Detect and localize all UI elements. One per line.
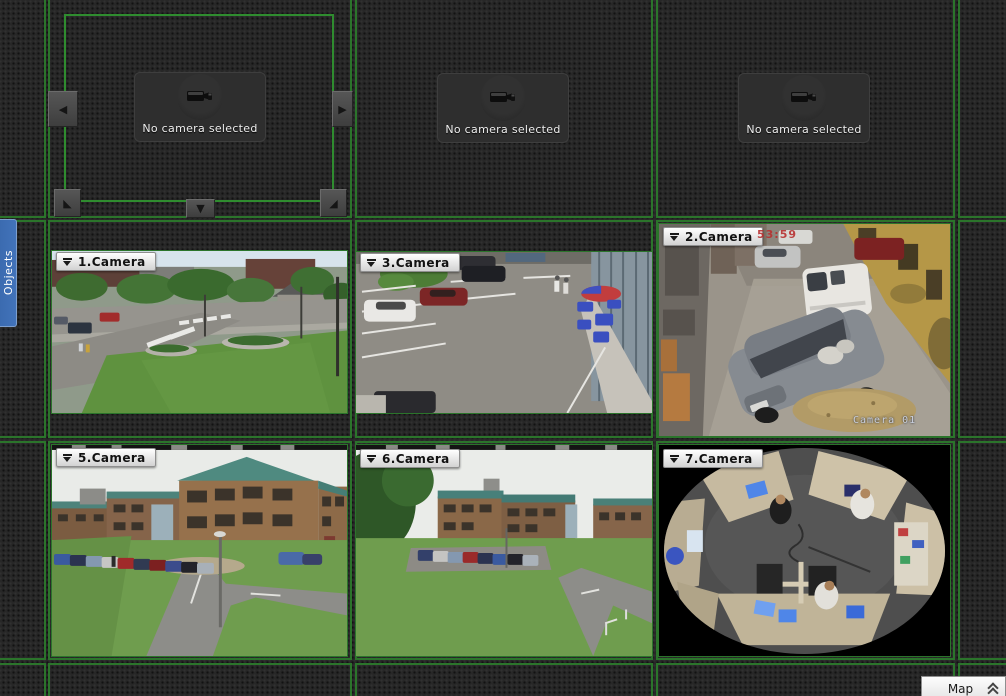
arrow-corner-left-icon: ◣ [63,196,72,210]
camera-grid-view: ◀ ▶ ◣ ▼ ◢ No camera selected No camera s… [0,0,1006,696]
camera-2-scene [659,224,950,436]
arrow-down-icon: ▼ [196,202,205,215]
grid-cell-r2c4[interactable] [958,220,1006,438]
camera-dropdown-icon [62,257,73,267]
arrow-right-icon: ▶ [338,102,347,116]
camera-3-scene [356,252,652,413]
camera-5-scene [52,445,347,656]
camera-7-scene [659,445,950,656]
camera-5-label-text: 5.Camera [78,450,146,465]
camera-1-video[interactable] [51,250,348,414]
camera-7-label[interactable]: 7.Camera [663,449,763,468]
grid-cell-r1cL[interactable] [0,0,46,218]
camera-6-label[interactable]: 6.Camera [360,449,460,468]
grid-cell-r4c2[interactable] [355,663,653,696]
camera-6-label-text: 6.Camera [382,451,450,466]
camera-3-video[interactable] [355,251,653,414]
selected-cell-frame [64,14,334,202]
camera-dropdown-icon [366,258,377,268]
nav-right-button[interactable]: ▶ [332,91,353,127]
camera-2-video[interactable] [658,223,951,437]
camera-icon [488,89,518,109]
objects-panel-tab[interactable]: Objects [0,219,17,327]
camera-1-label-text: 1.Camera [78,254,146,269]
camera-dropdown-icon [669,454,680,464]
arrow-left-icon: ◀ [58,102,68,116]
camera-dropdown-icon [669,232,680,242]
map-button[interactable]: Map [921,676,1006,696]
camera-7-label-text: 7.Camera [685,451,753,466]
no-camera-text: No camera selected [746,123,862,136]
map-button-label: Map [947,682,974,696]
grid-cell-r3cL[interactable] [0,441,46,660]
camera-2-label[interactable]: 2.Camera [663,227,763,246]
camera-1-scene [52,251,347,413]
grid-cell-r3c4[interactable] [958,441,1006,660]
no-camera-placeholder-3: No camera selected [738,73,870,143]
camera-2-label-text: 2.Camera [685,229,753,244]
grid-cell-r4c3[interactable] [656,663,955,696]
arrow-corner-right-icon: ◢ [329,196,338,210]
chevron-double-up-icon [987,683,998,695]
nav-corner-left-button[interactable]: ◣ [54,189,81,217]
camera-3-label[interactable]: 3.Camera [360,253,460,272]
camera-dropdown-icon [62,453,73,463]
no-camera-text: No camera selected [445,123,561,136]
nav-down-button[interactable]: ▼ [186,199,215,218]
camera-dropdown-icon [366,454,377,464]
nav-left-button[interactable]: ◀ [48,91,78,127]
objects-tab-label: Objects [1,250,15,296]
nav-corner-right-button[interactable]: ◢ [320,189,347,217]
grid-cell-r4c1[interactable] [48,663,352,696]
camera-6-scene [356,445,652,656]
camera-2-timestamp: 53:59 [757,228,798,241]
grid-cell-r1c4[interactable] [958,0,1006,218]
camera-3-label-text: 3.Camera [382,255,450,270]
camera-2-osd-text: Camera 01 [853,415,917,426]
camera-5-video[interactable] [51,444,348,657]
camera-icon [789,89,819,109]
camera-6-video[interactable] [355,444,653,657]
camera-1-label[interactable]: 1.Camera [56,252,156,271]
grid-cell-r4cL[interactable] [0,663,46,696]
no-camera-placeholder-2: No camera selected [437,73,569,143]
camera-5-label[interactable]: 5.Camera [56,448,156,467]
camera-7-video[interactable] [658,444,951,657]
